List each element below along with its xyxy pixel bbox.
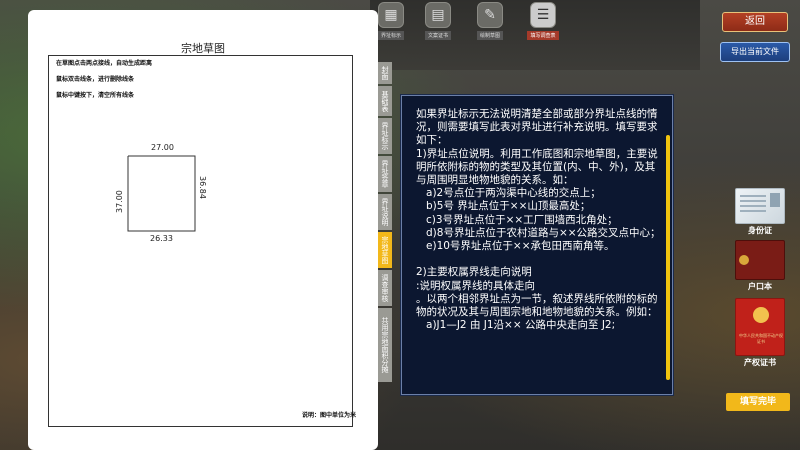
property-certificate-document[interactable]: 中华人民共和国不动产权证书 产权证书 — [735, 298, 785, 368]
household-register-icon — [735, 240, 785, 280]
toolbar-item-boundary-marking[interactable]: ▦ 界址标示 — [373, 2, 409, 50]
map-icon: ▦ — [378, 2, 404, 28]
household-register-document[interactable]: 户口本 — [735, 240, 785, 292]
edge-label-right: 36.84 — [198, 176, 207, 199]
form-icon: ☰ — [530, 2, 556, 28]
back-button[interactable]: 返回 — [722, 12, 788, 32]
finish-button[interactable]: 填写完毕 — [726, 393, 790, 411]
form-tabs: 封面 基础表 界址标示 界址签章 界址说明 宗地草图 调查审核 共用宗地面积分摊 — [378, 62, 392, 384]
export-button[interactable]: 导出当前文件 — [720, 42, 790, 62]
unit-note: 说明：图中单位为米 — [301, 412, 356, 419]
tab-cover[interactable]: 封面 — [378, 62, 392, 84]
id-card-document[interactable]: 身份证 — [735, 188, 785, 236]
edge-label-left: 37.00 — [115, 190, 124, 213]
toolbar-item-certificate[interactable]: ▤ 文案证书 — [420, 2, 456, 50]
instruction-panel[interactable]: 如果界址标示无法说明清楚全部或部分界址点线的情况，则需要填写此表对界址进行补充说… — [401, 95, 673, 395]
tab-boundary-seal[interactable]: 界址签章 — [378, 156, 392, 192]
sketch-paper: 宗地草图 在草图点击两点接线，自动生成距离 鼠标双击线条，进行删除线条 鼠标中键… — [28, 10, 378, 450]
tab-parcel-sketch[interactable]: 宗地草图 — [378, 232, 392, 268]
toolbar-item-draw-sketch[interactable]: ✎ 绘制草图 — [472, 2, 508, 50]
edge-label-bottom: 26.33 — [150, 234, 173, 243]
edge-label-top: 27.00 — [151, 143, 174, 152]
tab-survey-review[interactable]: 调查审核 — [378, 270, 392, 306]
id-card-icon — [735, 188, 785, 224]
instruction-text: 如果界址标示无法说明清楚全部或部分界址点线的情况，则需要填写此表对界址进行补充说… — [416, 108, 661, 332]
tab-shared-area[interactable]: 共用宗地面积分摊 — [378, 308, 392, 382]
toolbar-item-fill-survey[interactable]: ☰ 填写调查表 — [525, 2, 561, 50]
tab-boundary-description[interactable]: 界址说明 — [378, 194, 392, 230]
property-certificate-icon: 中华人民共和国不动产权证书 — [735, 298, 785, 356]
instruction-scrollbar[interactable] — [666, 135, 670, 380]
tab-boundary-marking[interactable]: 界址标示 — [378, 118, 392, 154]
parcel-sketch: 27.00 37.00 36.84 26.33 — [115, 143, 207, 243]
draw-icon: ✎ — [477, 2, 503, 28]
certificate-icon: ▤ — [425, 2, 451, 28]
tab-basic-table[interactable]: 基础表 — [378, 86, 392, 116]
parcel-outline[interactable] — [127, 155, 196, 232]
